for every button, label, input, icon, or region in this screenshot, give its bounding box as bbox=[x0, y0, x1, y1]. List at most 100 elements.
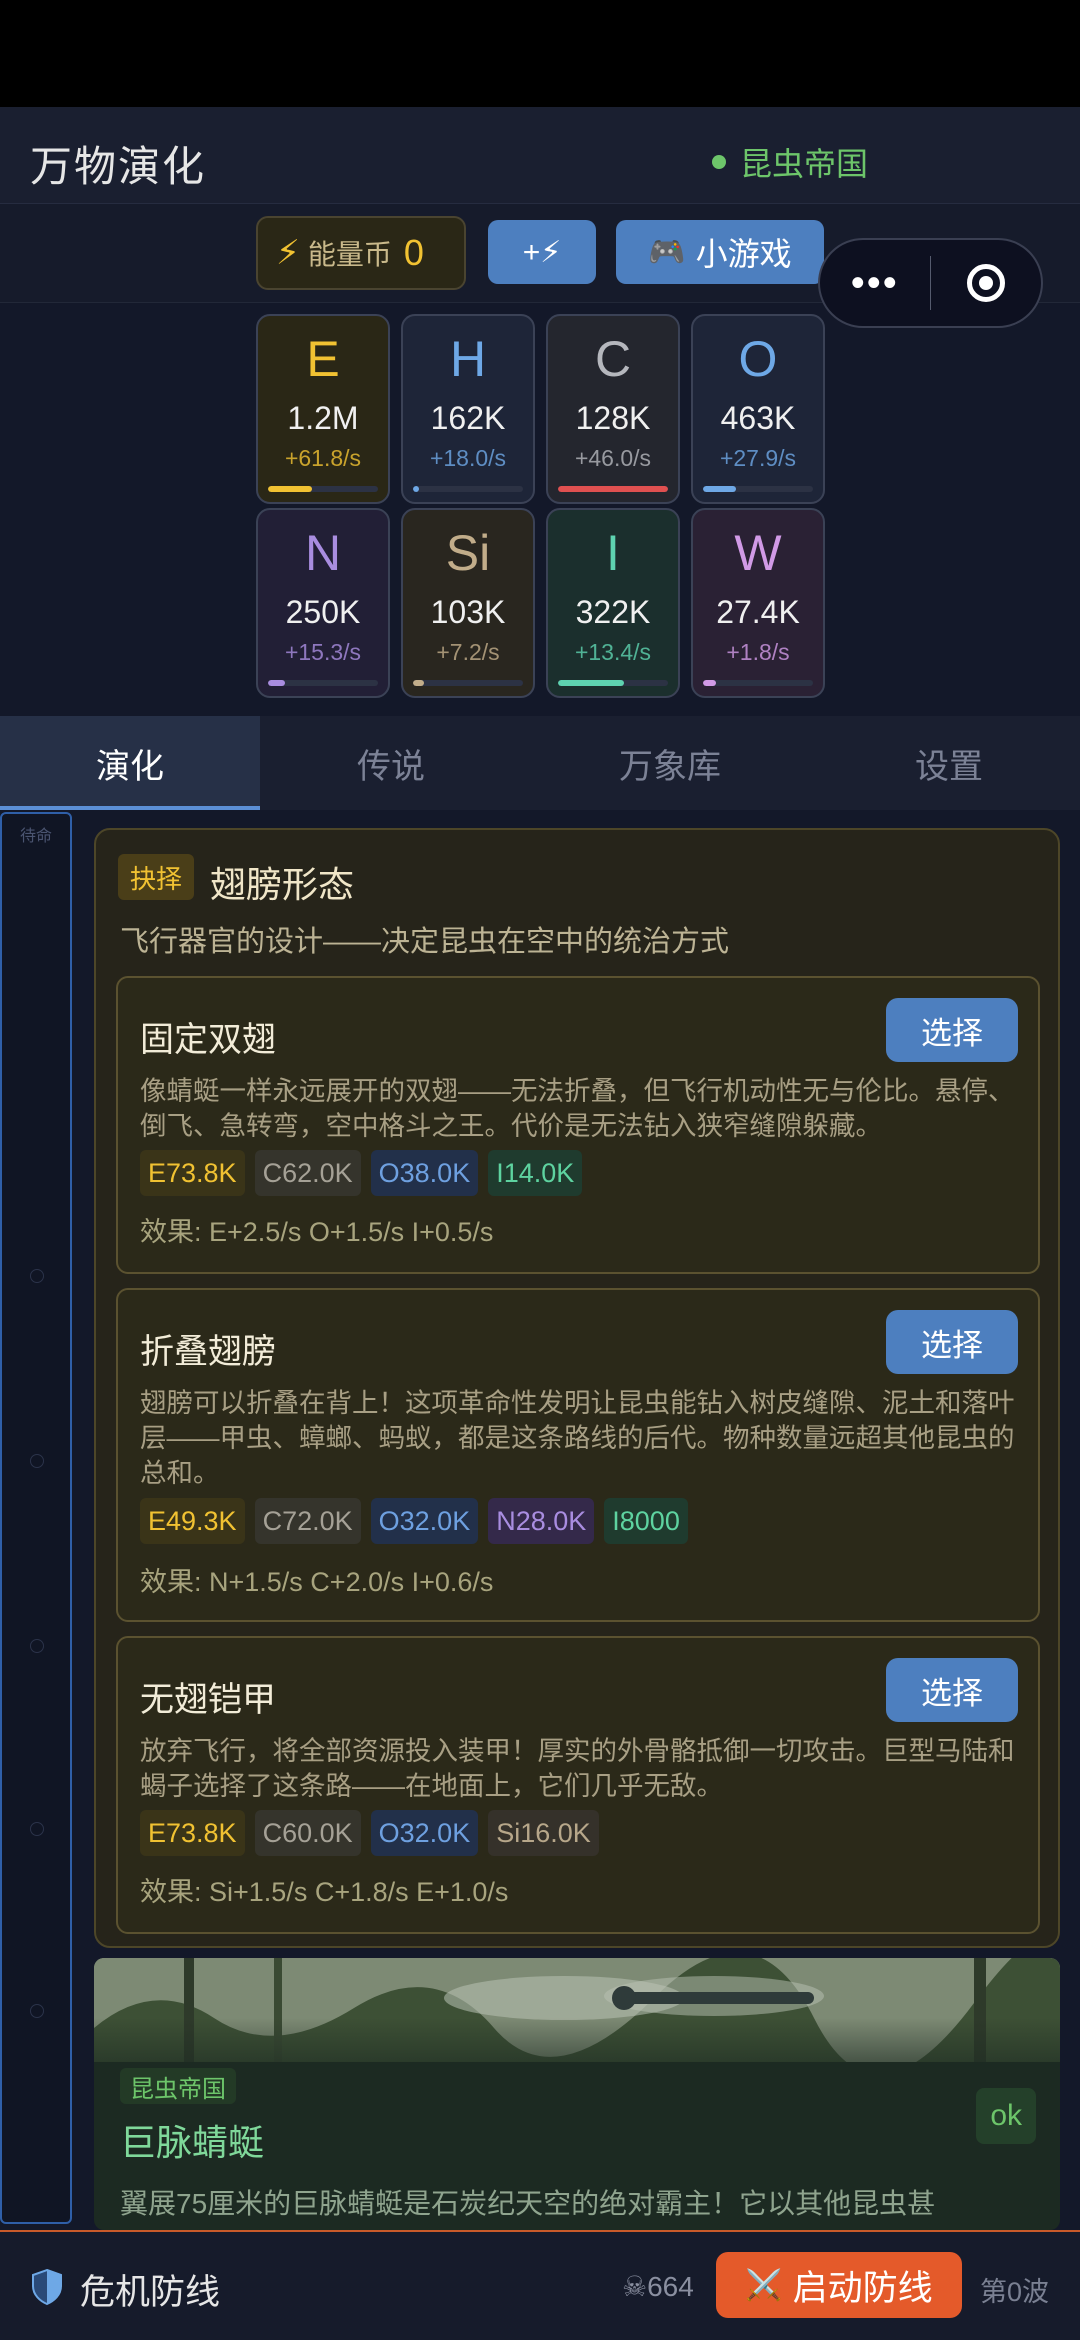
cost-chip-o: O32.0K bbox=[370, 1810, 479, 1856]
main-tabs: 演化 传说 万象库 设置 bbox=[0, 716, 1080, 810]
resource-amount: 463K bbox=[720, 400, 796, 436]
option-costs: E73.8K C60.0K O32.0K Si16.0K bbox=[140, 1810, 599, 1856]
resource-progress-bar bbox=[268, 486, 378, 492]
cost-chip-e: E73.8K bbox=[140, 1150, 245, 1196]
resource-rate: +7.2/s bbox=[436, 639, 500, 665]
resource-progress-bar bbox=[558, 680, 668, 686]
timeline-dot bbox=[30, 1454, 44, 1468]
tab-evolution[interactable]: 演化 bbox=[0, 716, 260, 810]
select-option-button[interactable]: 选择 bbox=[886, 1310, 1018, 1374]
minigame-button[interactable]: 🎮 小游戏 bbox=[616, 220, 824, 284]
evolution-option: 折叠翅膀 选择翅膀可以折叠在背上！这项革命性发明让昆虫能钻入树皮缝隙、泥土和落叶层… bbox=[116, 1288, 1040, 1622]
choice-title: 翅膀形态 bbox=[210, 864, 355, 905]
evolution-option: 固定双翅 选择像蜻蜓一样永远展开的双翅——无法折叠，但飞行机动性无与伦比。悬停、倒… bbox=[116, 976, 1040, 1274]
resource-rate: +61.8/s bbox=[284, 445, 362, 471]
add-energy-button[interactable]: +⚡ bbox=[488, 220, 596, 284]
empire-indicator: 昆虫帝国 bbox=[712, 139, 868, 185]
option-name: 折叠翅膀 bbox=[140, 1333, 276, 1371]
choice-card: 抉择 翅膀形态 飞行器官的设计——决定昆虫在空中的统治方式 固定双翅 选择 像蜻蜓一… bbox=[94, 828, 1060, 1948]
event-ok-button[interactable]: ok bbox=[976, 2088, 1036, 2144]
option-description: 翅膀可以折叠在背上！这项革命性发明让昆虫能钻入树皮缝隙、泥土和落叶层——甲虫、蟑… bbox=[140, 1388, 1015, 1488]
side-rail-label: 待命 bbox=[19, 828, 52, 845]
option-effect: 效果: Si+1.5/s C+1.8/s E+1.0/s bbox=[140, 1877, 509, 1907]
resource-symbol: N bbox=[304, 525, 342, 581]
launch-defense-button[interactable]: ⚔️ 启动防线 bbox=[716, 2252, 962, 2318]
event-card: 昆虫帝国 巨脉蜻蜓 ok 翼展75厘米的巨脉蜻蜓是石炭纪天空的绝对霸主！它以其他… bbox=[94, 1958, 1060, 2230]
option-costs: E73.8K C62.0K O38.0K I14.0K bbox=[140, 1150, 583, 1196]
event-tag: 昆虫帝国 bbox=[120, 2068, 236, 2104]
resource-progress-bar bbox=[413, 680, 523, 686]
event-title: 巨脉蜻蜓 bbox=[120, 2122, 265, 2163]
energy-coin-label: 能量币 bbox=[307, 239, 392, 270]
resource-rate: +46.0/s bbox=[574, 445, 652, 471]
resource-symbol: H bbox=[449, 331, 487, 387]
more-options-icon[interactable]: ••• bbox=[820, 263, 930, 303]
event-image-fade bbox=[94, 2018, 1060, 2098]
resource-progress-fill bbox=[558, 486, 668, 492]
option-effect: 效果: N+1.5/s C+2.0/s I+0.6/s bbox=[140, 1567, 494, 1597]
resource-progress-bar bbox=[703, 486, 813, 492]
resource-progress-fill bbox=[268, 486, 312, 492]
cost-chip-o: O38.0K bbox=[370, 1150, 479, 1196]
timeline-dot bbox=[30, 1639, 44, 1653]
app-header: 万物演化 昆虫帝国 bbox=[0, 107, 1080, 204]
resource-progress-bar bbox=[268, 680, 378, 686]
option-description: 像蜻蜓一样永远展开的双翅——无法折叠，但飞行机动性无与伦比。悬停、倒飞、急转弯，… bbox=[140, 1076, 1015, 1141]
resource-rate: +15.3/s bbox=[284, 639, 362, 665]
option-description: 放弃飞行，将全部资源投入装甲！厚实的外骨骼抵御一切攻击。巨型马陆和蝎子选择了这条… bbox=[140, 1736, 1015, 1801]
resource-amount: 128K bbox=[575, 400, 651, 436]
empire-name: 昆虫帝国 bbox=[740, 146, 869, 182]
wave-counter: 第0波 bbox=[980, 2277, 1050, 2307]
resource-amount: 322K bbox=[575, 594, 651, 630]
resource-symbol: W bbox=[734, 525, 782, 581]
resource-tile-i[interactable]: I 322K +13.4/s bbox=[546, 508, 680, 698]
resource-tile-h[interactable]: H 162K +18.0/s bbox=[401, 314, 535, 504]
choice-subtitle: 飞行器官的设计——决定昆虫在空中的统治方式 bbox=[120, 926, 730, 958]
defense-bar: 危机防线 ☠664 ⚔️ 启动防线 第0波 bbox=[0, 2230, 1080, 2340]
cost-chip-i: I8000 bbox=[604, 1498, 688, 1544]
resource-progress-fill bbox=[413, 680, 424, 686]
resource-rate: +1.8/s bbox=[726, 639, 790, 665]
option-name: 固定双翅 bbox=[140, 1021, 276, 1059]
lightning-icon: ⚡ bbox=[276, 234, 300, 272]
resource-rate: +18.0/s bbox=[429, 445, 507, 471]
resource-progress-fill bbox=[703, 486, 736, 492]
close-miniprogram-button[interactable] bbox=[931, 264, 1041, 302]
cost-chip-o: O32.0K bbox=[370, 1498, 479, 1544]
option-name: 无翅铠甲 bbox=[140, 1681, 276, 1719]
select-option-button[interactable]: 选择 bbox=[886, 998, 1018, 1062]
status-dot-icon bbox=[712, 155, 726, 169]
tab-settings[interactable]: 设置 bbox=[818, 716, 1080, 810]
cost-chip-e: E73.8K bbox=[140, 1810, 245, 1856]
resource-tile-e[interactable]: E 1.2M +61.8/s bbox=[256, 314, 390, 504]
side-timeline-rail[interactable]: 待命 bbox=[0, 812, 72, 2224]
resource-amount: 250K bbox=[285, 594, 361, 630]
resource-progress-fill bbox=[413, 486, 419, 492]
select-option-button[interactable]: 选择 bbox=[886, 1658, 1018, 1722]
resource-progress-fill bbox=[558, 680, 624, 686]
resource-progress-bar bbox=[413, 486, 523, 492]
resource-amount: 27.4K bbox=[716, 594, 800, 630]
tab-legend[interactable]: 传说 bbox=[260, 716, 522, 810]
resource-progress-fill bbox=[268, 680, 285, 686]
add-energy-label: +⚡ bbox=[522, 235, 562, 269]
resource-rate: +27.9/s bbox=[719, 445, 797, 471]
resource-symbol: I bbox=[606, 525, 620, 581]
resource-progress-fill bbox=[703, 680, 717, 686]
launch-defense-label: 启动防线 bbox=[792, 2268, 933, 2308]
resource-symbol: Si bbox=[445, 525, 491, 581]
resource-tile-w[interactable]: W 27.4K +1.8/s bbox=[691, 508, 825, 698]
resource-tile-o[interactable]: O 463K +27.9/s bbox=[691, 314, 825, 504]
miniprogram-capsule: ••• bbox=[818, 238, 1043, 328]
tab-library[interactable]: 万象库 bbox=[522, 716, 818, 810]
resource-tile-n[interactable]: N 250K +15.3/s bbox=[256, 508, 390, 698]
evolution-option: 无翅铠甲 选择放弃飞行，将全部资源投入装甲！厚实的外骨骼抵御一切攻击。巨型马陆和蝎… bbox=[116, 1636, 1040, 1934]
threat-counter: ☠664 bbox=[622, 2271, 694, 2302]
energy-coin-display: ⚡ 能量币 0 bbox=[256, 216, 466, 290]
resource-progress-bar bbox=[558, 486, 668, 492]
resource-symbol: E bbox=[306, 331, 340, 387]
resource-tile-c[interactable]: C 128K +46.0/s bbox=[546, 314, 680, 504]
crossed-swords-icon: ⚔️ bbox=[745, 2268, 783, 2302]
cost-chip-c: C62.0K bbox=[254, 1150, 361, 1196]
resource-tile-si[interactable]: Si 103K +7.2/s bbox=[401, 508, 535, 698]
